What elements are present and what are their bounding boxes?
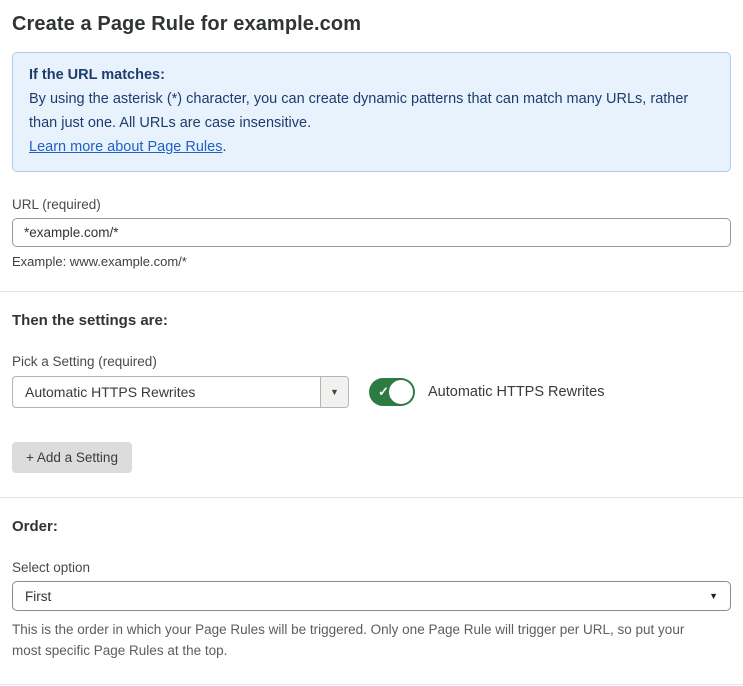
order-section-heading: Order: — [12, 518, 58, 535]
settings-section-heading: Then the settings are: — [12, 312, 168, 329]
toggle-knob — [389, 380, 413, 404]
url-field-label: URL (required) — [12, 197, 101, 212]
setting-row: Automatic HTTPS Rewrites ▼ ✓ Automatic H… — [12, 376, 731, 408]
create-page-rule-form: Create a Page Rule for example.com If th… — [0, 13, 743, 686]
divider — [0, 497, 743, 498]
https-rewrites-toggle[interactable]: ✓ — [369, 378, 415, 406]
check-icon: ✓ — [378, 384, 389, 399]
order-helper-text: This is the order in which your Page Rul… — [12, 622, 685, 658]
info-box-link-line: Learn more about Page Rules. — [29, 135, 714, 159]
order-select-value: First — [25, 588, 52, 604]
setting-dropdown-value: Automatic HTTPS Rewrites — [25, 384, 196, 400]
chevron-down-icon: ▼ — [709, 591, 718, 601]
chevron-down-icon: ▼ — [330, 387, 339, 397]
link-period: . — [222, 139, 227, 155]
info-box-heading: If the URL matches: — [29, 67, 165, 83]
pick-setting-label: Pick a Setting (required) — [12, 354, 157, 369]
toggle-label: Automatic HTTPS Rewrites — [428, 384, 605, 400]
order-select-label: Select option — [12, 560, 91, 575]
learn-more-link[interactable]: Learn more about Page Rules — [29, 139, 222, 155]
setting-dropdown[interactable]: Automatic HTTPS Rewrites ▼ — [12, 376, 349, 408]
page-title: Create a Page Rule for example.com — [12, 13, 362, 35]
add-setting-button[interactable]: + Add a Setting — [12, 442, 132, 473]
url-example-helper: Example: www.example.com/* — [12, 254, 187, 269]
url-input[interactable] — [12, 218, 731, 247]
setting-dropdown-arrow-button[interactable]: ▼ — [320, 377, 348, 407]
order-select[interactable]: First ▼ — [12, 581, 731, 611]
divider — [0, 291, 743, 292]
divider — [0, 684, 743, 685]
info-box-body: By using the asterisk (*) character, you… — [29, 91, 689, 131]
url-matches-info-box: If the URL matches: By using the asteris… — [12, 52, 731, 172]
